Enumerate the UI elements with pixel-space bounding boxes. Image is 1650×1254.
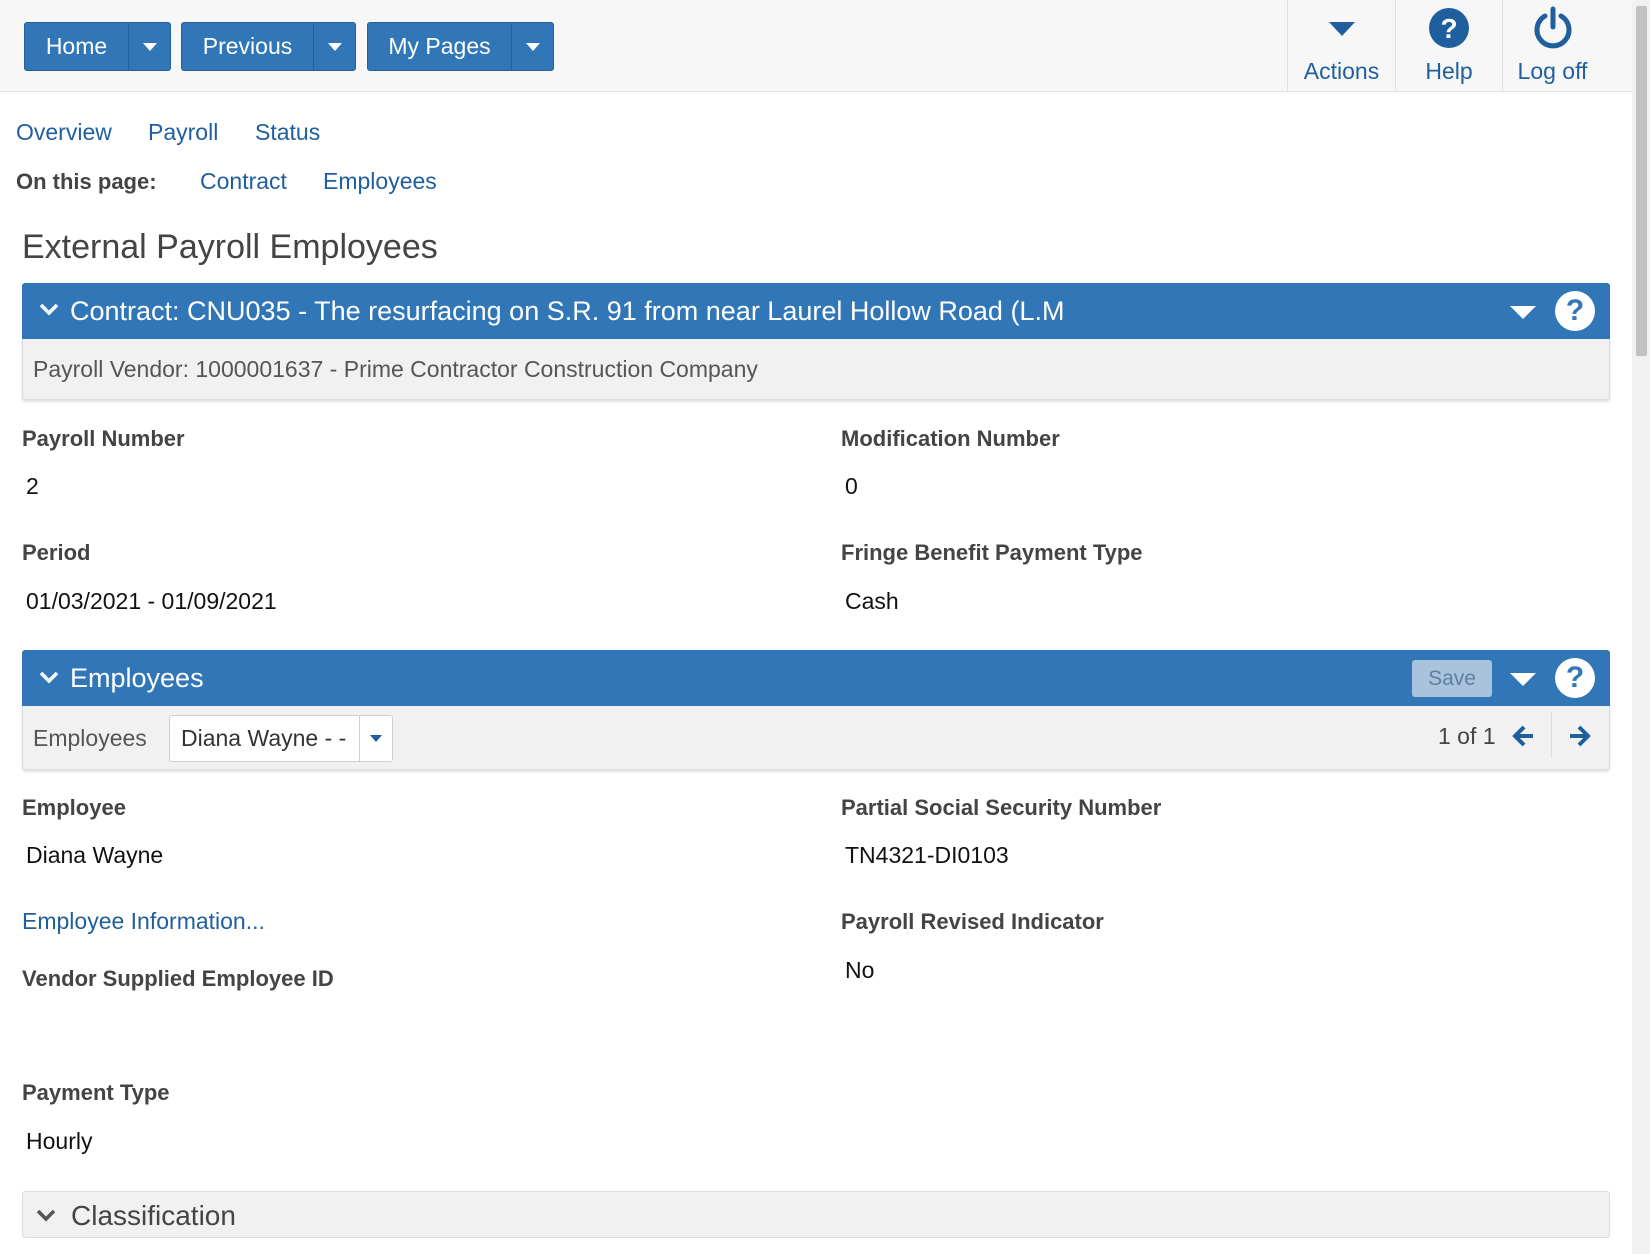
panel-help-icon[interactable]: ? [1555, 658, 1595, 698]
previous-button-group: Previous [181, 22, 356, 71]
panel-menu-caret-icon[interactable] [1510, 306, 1536, 319]
employee-value: Diana Wayne [26, 842, 164, 868]
fringe-benefit-label: Fringe Benefit Payment Type [841, 540, 1143, 565]
chevron-down-icon [327, 42, 342, 51]
employee-label: Employee [22, 795, 126, 820]
previous-dropdown-button[interactable] [313, 23, 355, 70]
payment-type-label: Payment Type [22, 1080, 170, 1105]
payroll-vendor-text: Payroll Vendor: 1000001637 - Prime Contr… [33, 356, 758, 382]
ssn-value: TN4321-DI0103 [845, 842, 1009, 868]
save-button[interactable]: Save [1412, 660, 1492, 697]
arrow-right-icon[interactable] [1568, 724, 1592, 748]
pager-divider [1551, 712, 1552, 758]
tab-status[interactable]: Status [255, 119, 320, 146]
fringe-benefit-value: Cash [845, 588, 899, 614]
vendor-employee-id-label: Vendor Supplied Employee ID [22, 966, 334, 991]
payroll-number-label: Payroll Number [22, 426, 185, 451]
my-pages-dropdown-button[interactable] [511, 23, 553, 70]
panel-menu-caret-icon[interactable] [1510, 673, 1536, 686]
payroll-number-value: 2 [26, 473, 39, 499]
home-button-group: Home [24, 22, 171, 71]
panel-help-icon[interactable]: ? [1555, 291, 1595, 331]
previous-button[interactable]: Previous [182, 23, 313, 70]
home-dropdown-button[interactable] [128, 23, 170, 70]
ssn-label: Partial Social Security Number [841, 795, 1162, 820]
payroll-revised-value: No [845, 957, 875, 983]
payment-type-value: Hourly [26, 1128, 93, 1154]
actions-menu[interactable]: Actions [1287, 0, 1395, 91]
help-menu[interactable]: ? Help [1395, 0, 1502, 91]
employee-information-link[interactable]: Employee Information... [22, 908, 265, 935]
tab-payroll[interactable]: Payroll [148, 119, 218, 146]
caret-down-icon [1327, 4, 1357, 52]
contract-panel-subheader: Payroll Vendor: 1000001637 - Prime Contr… [22, 339, 1610, 400]
modification-number-label: Modification Number [841, 426, 1060, 451]
classification-panel-title: Classification [71, 1200, 236, 1231]
arrow-left-icon[interactable] [1511, 724, 1535, 748]
home-button[interactable]: Home [25, 23, 128, 70]
help-icon: ? [1428, 4, 1470, 52]
payroll-revised-label: Payroll Revised Indicator [841, 909, 1104, 934]
chevron-down-icon [142, 42, 157, 51]
on-this-page-label: On this page: [16, 169, 157, 194]
log-off-menu[interactable]: Log off [1502, 0, 1602, 91]
employees-panel-header[interactable]: Employees ? [22, 650, 1610, 706]
chevron-down-icon [39, 303, 59, 316]
my-pages-button[interactable]: My Pages [368, 23, 511, 70]
modification-number-value: 0 [845, 473, 858, 499]
top-bar: Home Previous My Pages Actions ? Help Lo… [0, 0, 1632, 92]
employees-selector-label: Employees [33, 725, 147, 751]
my-pages-button-group: My Pages [367, 22, 554, 71]
period-label: Period [22, 540, 91, 565]
chevron-down-icon [370, 735, 382, 742]
employees-panel-title: Employees [70, 663, 204, 693]
chevron-down-icon [36, 1209, 56, 1222]
svg-text:?: ? [1440, 13, 1457, 44]
help-label: Help [1425, 58, 1473, 84]
classification-panel-header[interactable]: Classification [22, 1191, 1610, 1238]
pager-text: 1 of 1 [1438, 723, 1496, 749]
jump-link-contract[interactable]: Contract [200, 168, 287, 195]
contract-panel-header[interactable]: Contract: CNU035 - The resurfacing on S.… [22, 283, 1610, 339]
employee-select[interactable]: Diana Wayne - - [169, 715, 393, 762]
chevron-down-icon [525, 42, 540, 51]
actions-label: Actions [1303, 58, 1380, 84]
contract-panel-title: Contract: CNU035 - The resurfacing on S.… [70, 296, 1065, 326]
tab-overview[interactable]: Overview [16, 119, 112, 146]
scrollbar-thumb[interactable] [1636, 6, 1647, 356]
page-title: External Payroll Employees [22, 228, 438, 266]
log-off-label: Log off [1517, 58, 1588, 84]
period-value: 01/03/2021 - 01/09/2021 [26, 588, 277, 614]
chevron-down-icon [39, 671, 59, 684]
jump-link-employees[interactable]: Employees [323, 168, 437, 195]
employee-select-dropdown[interactable] [359, 716, 392, 761]
power-icon [1532, 4, 1574, 52]
employee-select-value: Diana Wayne - - [181, 725, 347, 751]
